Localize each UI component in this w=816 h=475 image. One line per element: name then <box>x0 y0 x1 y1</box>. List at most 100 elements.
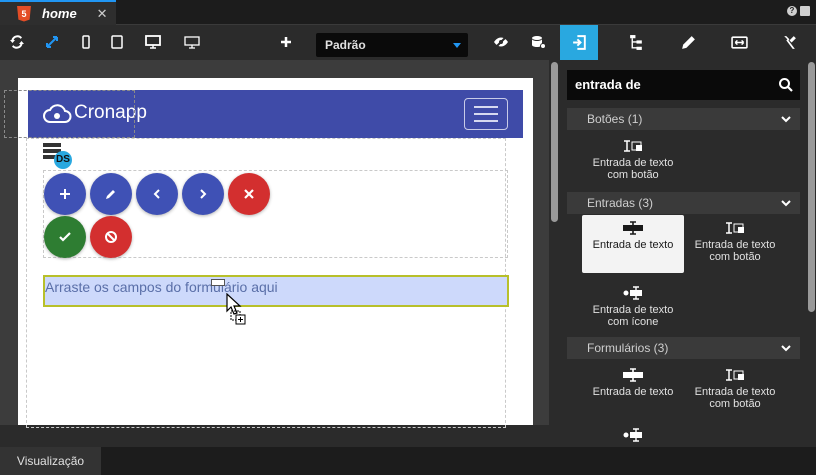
tab-bar: 5 home ✕ ? <box>0 0 816 25</box>
text-input-icon <box>623 221 643 235</box>
expand-button[interactable] <box>40 31 64 53</box>
component-label: Entrada de texto com botão <box>694 239 776 263</box>
add-button[interactable] <box>274 31 298 53</box>
wide-monitor-icon <box>184 36 200 49</box>
delete-record-button[interactable] <box>228 173 270 215</box>
scrollbar-thumb[interactable] <box>551 62 558 222</box>
tab-properties[interactable] <box>669 25 707 60</box>
pencil-icon <box>106 190 115 199</box>
tablet-view-button[interactable] <box>105 31 129 53</box>
input-button-icon <box>726 222 744 234</box>
maximize-icon[interactable] <box>800 6 810 16</box>
wide-view-button[interactable] <box>180 31 204 53</box>
component-label: Entrada de texto com botão <box>694 386 776 410</box>
add-record-button[interactable] <box>44 173 86 215</box>
component-input-button[interactable]: Entrada de texto com botão <box>684 362 786 420</box>
category-label: Entradas (3) <box>587 196 654 210</box>
component-input-icon[interactable] <box>582 422 684 447</box>
chevron-down-icon <box>781 200 791 207</box>
tab-tools[interactable] <box>770 25 808 60</box>
category-formularios[interactable]: Formulários (3) <box>567 337 800 359</box>
right-panel-tabs <box>560 25 816 60</box>
category-entradas[interactable]: Entradas (3) <box>567 192 800 214</box>
navbar-toggle-button[interactable] <box>464 98 508 130</box>
tablet-icon <box>111 35 123 49</box>
component-label: Entrada de texto <box>592 386 674 398</box>
plus-icon <box>281 37 291 47</box>
cancel-record-button[interactable] <box>90 216 132 258</box>
previous-record-button[interactable] <box>136 173 178 215</box>
drag-cursor-icon <box>226 293 246 325</box>
form-fields-dropzone[interactable]: Arraste os campos do formulário aqui <box>43 275 509 307</box>
arrows-horizontal-icon <box>730 36 748 49</box>
page-preview[interactable]: Cronapp DS Arraste os campos do formulár… <box>4 78 533 428</box>
drag-component-icon <box>572 35 586 50</box>
component-input-button[interactable]: Entrada de texto com botão <box>684 215 786 273</box>
phone-icon <box>82 35 90 49</box>
menu-bar <box>474 113 498 115</box>
window-controls: ? <box>787 6 810 16</box>
eye-slash-icon <box>494 36 508 48</box>
tab-events[interactable] <box>720 25 758 60</box>
help-icon[interactable]: ? <box>787 6 797 16</box>
datasource-badge: DS <box>56 154 70 165</box>
tree-icon <box>629 35 642 50</box>
database-icon <box>532 36 546 49</box>
drag-handle[interactable] <box>211 279 225 286</box>
chevron-left-icon <box>153 189 160 199</box>
expand-icon <box>46 36 58 48</box>
chevron-down-icon <box>453 43 461 48</box>
tab-home[interactable]: 5 home ✕ <box>0 0 116 25</box>
save-record-button[interactable] <box>44 216 86 258</box>
chevron-down-icon <box>781 116 791 123</box>
component-text-input[interactable]: Entrada de texto <box>582 362 684 420</box>
scrollbar-thumb[interactable] <box>808 62 815 312</box>
database-button[interactable] <box>526 31 550 53</box>
menu-bar <box>474 106 498 108</box>
selection-outline <box>4 90 135 138</box>
preview-tab[interactable]: Visualização <box>0 447 101 475</box>
canvas-vertical-scrollbar[interactable] <box>549 60 560 425</box>
chevron-down-icon <box>781 345 791 352</box>
input-icon-icon <box>623 428 642 442</box>
component-label: Entrada de texto com ícone <box>592 304 674 328</box>
next-record-button[interactable] <box>182 173 224 215</box>
tab-title: home <box>42 6 77 21</box>
component-input-icon[interactable]: Entrada de texto com ícone <box>582 280 684 338</box>
chevron-right-icon <box>200 189 207 199</box>
profile-select-value: Padrão <box>325 38 366 52</box>
visibility-toggle-button[interactable] <box>489 31 513 53</box>
pencil-icon <box>681 36 695 49</box>
editor-toolbar: Padrão <box>0 25 560 60</box>
search-icon[interactable] <box>778 77 794 93</box>
profile-select[interactable]: Padrão <box>316 33 468 57</box>
monitor-icon <box>145 35 161 49</box>
design-canvas[interactable]: Cronapp DS Arraste os campos do formulár… <box>0 60 560 428</box>
plus-icon <box>60 189 70 199</box>
tab-tree[interactable] <box>617 25 655 60</box>
edit-record-button[interactable] <box>90 173 132 215</box>
component-input-button[interactable]: Entrada de texto com botão <box>582 133 684 191</box>
phone-view-button[interactable] <box>74 31 98 53</box>
text-input-icon <box>623 368 643 382</box>
palette-vertical-scrollbar[interactable] <box>807 60 816 447</box>
refresh-button[interactable] <box>5 31 29 53</box>
component-search-input[interactable]: entrada de <box>567 70 800 100</box>
close-icon[interactable]: ✕ <box>97 6 108 22</box>
component-text-input[interactable]: Entrada de texto <box>582 215 684 273</box>
input-icon-icon <box>623 286 642 300</box>
tab-components[interactable] <box>560 25 598 60</box>
component-label: Entrada de texto <box>592 239 674 251</box>
html5-icon: 5 <box>17 5 31 22</box>
desktop-view-button[interactable] <box>141 31 165 53</box>
tools-icon <box>783 36 796 49</box>
menu-bar <box>474 120 498 122</box>
category-label: Formulários (3) <box>587 341 669 355</box>
components-palette: entrada de Botões (1) Entrada de texto c… <box>560 60 816 447</box>
close-icon <box>244 189 254 199</box>
search-value: entrada de <box>575 77 641 92</box>
category-botoes[interactable]: Botões (1) <box>567 108 800 130</box>
input-button-icon <box>624 140 642 152</box>
check-icon <box>59 232 71 242</box>
datasource-component[interactable]: DS <box>43 141 75 169</box>
